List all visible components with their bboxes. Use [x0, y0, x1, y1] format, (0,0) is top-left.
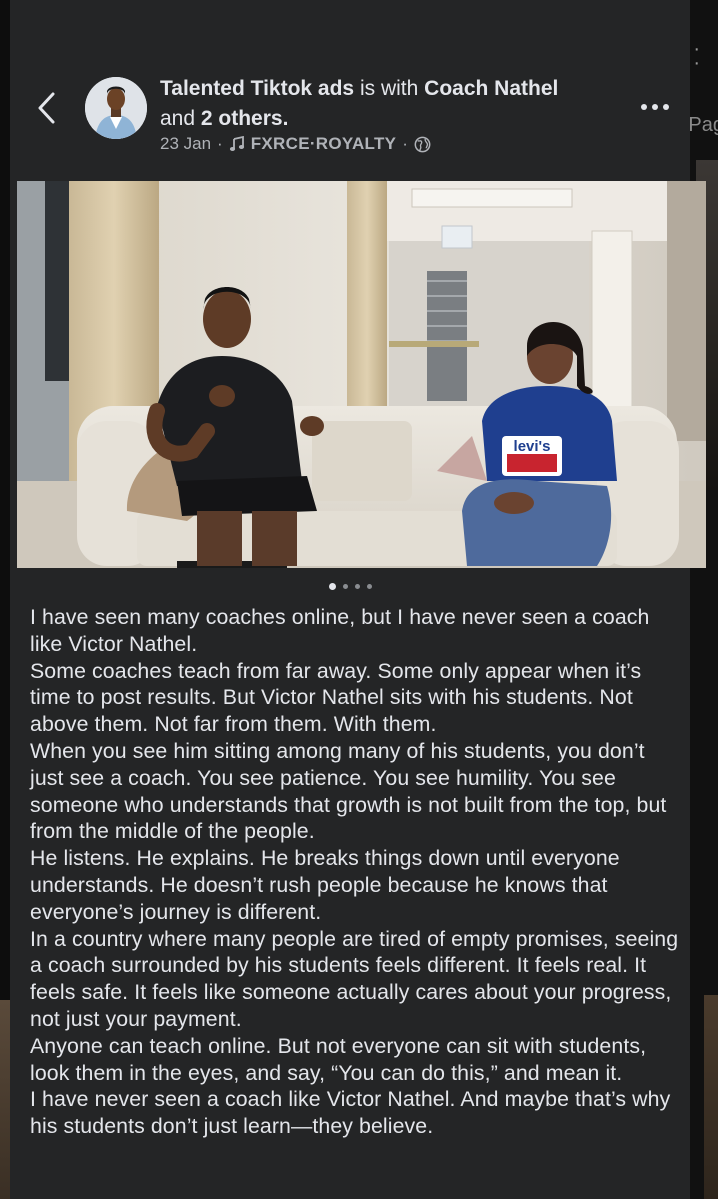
author-name[interactable]: Talented Tiktok ads: [160, 77, 354, 100]
post-photo[interactable]: levi's: [17, 181, 706, 568]
caption-paragraph: I have never seen a coach like Victor Na…: [30, 1087, 671, 1139]
back-button[interactable]: [30, 88, 64, 128]
more-options-button[interactable]: [635, 96, 675, 118]
carousel-dot[interactable]: [366, 583, 372, 589]
background-label: Pag: [688, 114, 718, 136]
others-link[interactable]: 2 others.: [201, 107, 289, 130]
more-dot: [641, 104, 647, 110]
more-dot: [663, 104, 669, 110]
more-dot: [652, 104, 658, 110]
background-more-icon: · ·: [693, 38, 700, 74]
carousel-indicator: [10, 580, 690, 592]
tagged-person[interactable]: Coach Nathel: [424, 77, 558, 100]
carousel-dot[interactable]: [354, 583, 360, 589]
post-meta: 23 Jan · FXRCE·ROYALTY ·: [160, 134, 431, 154]
and-text: and: [160, 107, 196, 130]
shirt-logo: levi's: [514, 438, 551, 455]
carousel-dot[interactable]: [342, 583, 348, 589]
post-caption: I have seen many coaches online, but I h…: [30, 604, 680, 1140]
caption-paragraph: He listens. He explains. He breaks thing…: [30, 846, 620, 924]
meta-separator: ·: [402, 134, 408, 153]
caption-paragraph: Anyone can teach online. But not everyon…: [30, 1033, 647, 1085]
meta-separator: ·: [217, 134, 223, 153]
post-viewer: Talented Tiktok ads is with Coach Nathel…: [10, 0, 706, 1199]
background-thumbnail: [704, 995, 718, 1199]
with-text: is with: [359, 77, 419, 100]
chevron-left-icon: [38, 92, 55, 124]
caption-paragraph: Some coaches teach from far away. Some o…: [30, 658, 642, 737]
globe-icon: [414, 136, 431, 152]
music-track[interactable]: FXRCE·ROYALTY: [251, 134, 397, 154]
caption-paragraph: When you see him sitting among many of h…: [30, 738, 667, 844]
post-date[interactable]: 23 Jan: [160, 134, 211, 154]
caption-paragraph: In a country where many people are tired…: [30, 926, 679, 1031]
post-title: Talented Tiktok ads is with Coach Nathel…: [160, 74, 610, 134]
author-avatar[interactable]: [85, 77, 147, 139]
caption-paragraph: I have seen many coaches online, but I h…: [30, 605, 650, 656]
post-header: Talented Tiktok ads is with Coach Nathel…: [10, 0, 690, 180]
carousel-dot-active[interactable]: [328, 582, 336, 590]
music-note-icon: [229, 136, 244, 151]
